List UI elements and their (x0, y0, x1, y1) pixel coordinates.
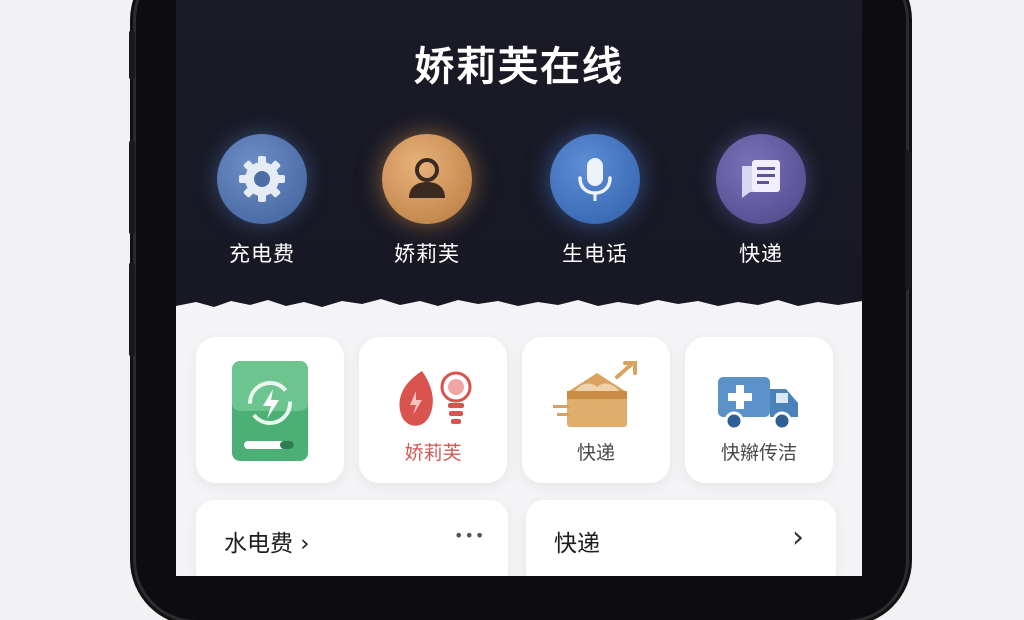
message-icon (716, 134, 806, 224)
gear-icon (217, 134, 307, 224)
top-menu-label: 充电费 (229, 242, 295, 266)
service-card-label: 快辮传洁 (720, 442, 797, 464)
service-card-label: 娇莉芙 (404, 442, 462, 464)
package-icon (551, 361, 641, 433)
top-menu-item-express[interactable]: 快递 (701, 134, 821, 268)
service-card-bulb[interactable]: 娇莉芙 (359, 337, 507, 483)
phone-side-button (129, 30, 135, 80)
service-card-package[interactable]: 快递 (522, 337, 670, 483)
top-menu-label: 生电话 (562, 242, 628, 266)
top-menu-item-charge[interactable]: 充电费 (202, 134, 322, 268)
torn-edge-divider (176, 299, 862, 322)
battery-charge-icon (230, 361, 310, 461)
phone-side-button (129, 262, 135, 357)
top-menu-label: 娇莉芙 (394, 242, 460, 266)
service-card-battery[interactable] (196, 337, 344, 483)
page-title: 娇莉芙在线 (414, 44, 624, 90)
express-row[interactable]: 快递 › (526, 500, 836, 576)
phone-screen: 娇莉芙在线 充电费 娇莉芙 生电话 快递 娇莉芙 快递 快辮传洁 水电费 › •… (176, 0, 862, 576)
chevron-right-icon[interactable]: › (792, 520, 804, 555)
service-card-truck[interactable]: 快辮传洁 (685, 337, 833, 483)
express-row-label: 快递 (554, 531, 600, 557)
phone-side-button (129, 140, 135, 235)
lightbulb-icon (388, 367, 478, 431)
phone-power-button (905, 150, 911, 290)
header-area: 娇莉芙在线 充电费 娇莉芙 生电话 快递 (176, 0, 862, 315)
more-icon[interactable]: ••• (454, 526, 485, 545)
top-menu-item-phone[interactable]: 生电话 (535, 134, 655, 268)
microphone-icon (550, 134, 640, 224)
bills-row[interactable]: 水电费 › ••• (196, 500, 508, 576)
bills-row-label: 水电费 › (224, 531, 310, 557)
top-menu-item-profile[interactable]: 娇莉芙 (367, 134, 487, 268)
user-icon (382, 134, 472, 224)
service-card-label: 快递 (576, 442, 615, 464)
top-menu-label: 快递 (739, 242, 783, 266)
delivery-truck-icon (714, 371, 804, 435)
